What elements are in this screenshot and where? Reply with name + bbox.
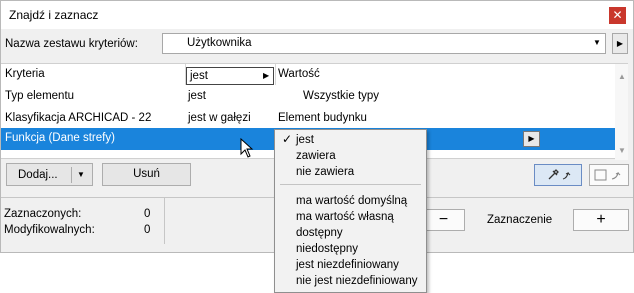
- chevron-down-icon[interactable]: ▼: [77, 165, 85, 185]
- menu-item-available[interactable]: dostępny: [296, 227, 343, 239]
- triangle-right-icon: ▶: [616, 39, 624, 48]
- criteria-set-combo[interactable]: Użytkownika ▼: [162, 33, 606, 54]
- header-criteria: Kryteria: [5, 68, 45, 80]
- split-divider: [71, 167, 72, 183]
- add-button[interactable]: Dodaj... ▼: [6, 163, 93, 186]
- operator-combo[interactable]: jest ▶: [186, 67, 274, 85]
- criteria-set-value: Użytkownika: [187, 37, 252, 49]
- selected-count-value: 0: [144, 208, 151, 220]
- menu-item-default-value[interactable]: ma wartość domyślną: [296, 195, 407, 207]
- mouse-cursor-icon: [240, 138, 254, 158]
- remove-button-label: Usuń: [133, 168, 160, 180]
- select-button[interactable]: +: [573, 209, 629, 231]
- operator-dropdown-menu: ✓ jest zawiera nie zawiera ma wartość do…: [274, 129, 427, 293]
- row-value: Wszystkie typy: [303, 90, 380, 102]
- remove-button[interactable]: Usuń: [102, 163, 191, 186]
- editable-count-label: Modyfikowalnych:: [4, 224, 95, 236]
- row-operator: jest: [188, 90, 206, 102]
- minus-icon: −: [438, 211, 449, 228]
- row-criterion: Funkcja (Dane strefy): [5, 132, 115, 144]
- menu-item-jest[interactable]: jest: [296, 134, 314, 146]
- divider: [164, 198, 165, 244]
- editable-count-value: 0: [144, 224, 151, 236]
- row-value: Element budynku: [278, 112, 367, 124]
- add-button-label: Dodaj...: [18, 169, 58, 181]
- row-criterion: Klasyfikacja ARCHICAD - 22: [5, 112, 152, 124]
- checkmark-icon: ✓: [282, 132, 293, 146]
- chevron-down-icon: ▼: [593, 38, 601, 47]
- menu-item-zawiera[interactable]: zawiera: [296, 150, 336, 162]
- selection-label: Zaznaczenie: [487, 214, 553, 226]
- value-menu-button[interactable]: ▶: [523, 131, 540, 147]
- row-criterion: Typ elementu: [5, 90, 75, 102]
- plus-icon: +: [596, 211, 606, 228]
- table-row[interactable]: Klasyfikacja ARCHICAD - 22 jest w gałęzi…: [1, 108, 615, 130]
- eyedropper-tool-button[interactable]: [534, 164, 582, 186]
- table-row[interactable]: Typ elementu jest Wszystkie typy: [1, 86, 615, 108]
- scroll-down-icon[interactable]: ▼: [618, 146, 626, 155]
- column-divider[interactable]: [275, 64, 276, 85]
- menu-item-nie-zawiera[interactable]: nie zawiera: [296, 166, 354, 178]
- scroll-up-icon[interactable]: ▲: [618, 72, 626, 81]
- table-scrollbar[interactable]: ▲ ▼: [615, 64, 628, 160]
- table-header: Kryteria Wartość: [1, 64, 628, 85]
- syringe-tool-button[interactable]: [589, 164, 629, 186]
- eyedropper-icon: [548, 169, 571, 180]
- title-bar: Znajdź i zaznacz ✕: [1, 1, 633, 29]
- menu-item-unavailable[interactable]: niedostępny: [296, 243, 358, 255]
- menu-separator: [280, 184, 421, 185]
- triangle-right-icon: ▶: [263, 71, 270, 80]
- close-icon: ✕: [612, 8, 623, 22]
- menu-item-not-undefined[interactable]: nie jest niezdefiniowany: [296, 275, 417, 287]
- operator-value: jest: [190, 70, 208, 82]
- menu-item-undefined[interactable]: jest niezdefiniowany: [296, 259, 399, 271]
- menu-item-own-value[interactable]: ma wartość własną: [296, 211, 394, 223]
- criteria-set-menu-button[interactable]: ▶: [612, 33, 628, 54]
- selected-count-label: Zaznaczonych:: [4, 208, 82, 220]
- window-title: Znajdź i zaznacz: [9, 8, 99, 22]
- triangle-right-icon: ▶: [528, 134, 535, 143]
- header-value: Wartość: [278, 68, 320, 80]
- criteria-set-label: Nazwa zestawu kryteriów:: [5, 38, 138, 50]
- syringe-icon: [594, 169, 621, 181]
- close-button[interactable]: ✕: [609, 7, 626, 24]
- deselect-button[interactable]: −: [422, 209, 465, 231]
- row-operator: jest w gałęzi: [188, 112, 251, 124]
